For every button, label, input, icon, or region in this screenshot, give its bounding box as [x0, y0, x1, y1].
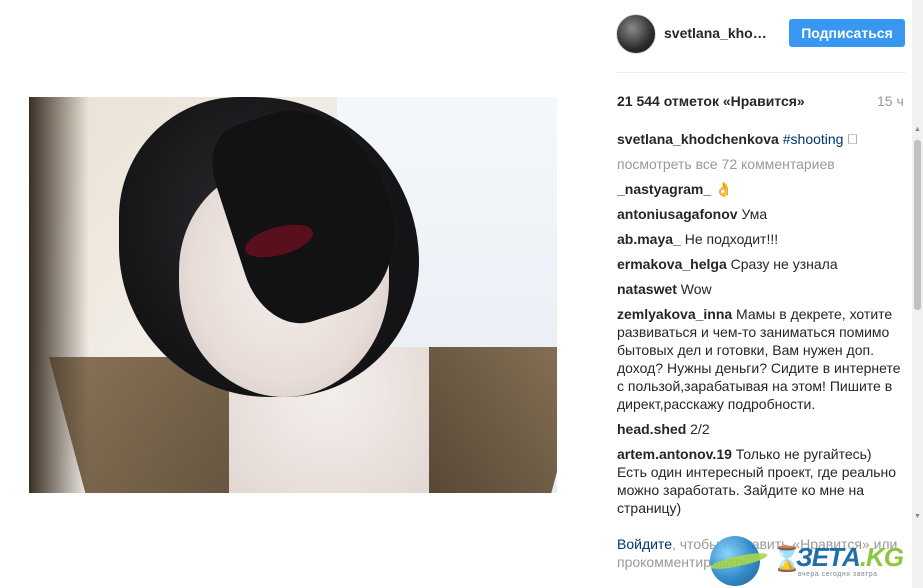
site-watermark: ⌛ ЗЕТА.KG вчера сегодня завтра — [700, 530, 923, 588]
comments-scrollbar[interactable]: ▲ ▼ — [912, 0, 923, 588]
comment-item: ab.maya_ Не подходит!!! — [617, 230, 904, 248]
scroll-down-icon[interactable]: ▼ — [913, 513, 922, 522]
comment-item: ermakova_helga Сразу не узнала — [617, 255, 904, 273]
caption-username[interactable]: svetlana_khodchenkova — [617, 131, 779, 147]
comment-text: 👌 — [711, 181, 733, 197]
scroll-thumb[interactable] — [914, 140, 921, 310]
scroll-up-icon[interactable]: ▲ — [913, 126, 922, 135]
comment-item: zemlyakova_inna Мамы в декрете, хотите р… — [617, 305, 904, 413]
caption: svetlana_khodchenkova #shooting 🗆 — [617, 130, 904, 148]
watermark-tld: .KG — [859, 542, 904, 572]
comment-username[interactable]: zemlyakova_inna — [617, 306, 732, 322]
comment-username[interactable]: ermakova_helga — [617, 256, 727, 272]
comment-item: head.shed 2/2 — [617, 420, 904, 438]
comment-text: 2/2 — [686, 421, 710, 437]
post-author-username[interactable]: svetlana_kho… — [664, 25, 767, 41]
comment-text: Сразу не узнала — [726, 256, 838, 272]
watermark-brand-name: ЗЕТА — [796, 542, 861, 572]
likes-count[interactable]: 21 544 отметок «Нравится» — [617, 93, 805, 109]
photo-shadow — [29, 97, 89, 493]
header-divider — [616, 72, 906, 73]
post-side-panel: svetlana_kho… Подписаться 21 544 отметок… — [600, 0, 912, 588]
globe-band — [709, 550, 769, 572]
comment-item: antoniusagafonov Ума — [617, 205, 904, 223]
caption-hashtag[interactable]: #shooting — [783, 131, 844, 147]
comment-text: Wow — [676, 281, 712, 297]
comments-list: svetlana_khodchenkova #shooting 🗆 посмот… — [617, 130, 904, 528]
view-all-comments-link[interactable]: посмотреть все 72 комментариев — [617, 155, 904, 173]
caption-text: 🗆 — [843, 131, 858, 147]
hourglass-icon: ⌛ — [772, 546, 802, 573]
comment-text: Ума — [737, 206, 768, 222]
comment-username[interactable]: _nastyagram_ — [617, 181, 711, 197]
globe-logo-icon — [709, 536, 769, 586]
comment-username[interactable]: ab.maya_ — [617, 231, 681, 247]
post-header: svetlana_kho… Подписаться — [616, 14, 906, 54]
avatar[interactable] — [616, 14, 656, 54]
comment-text: Не подходит!!! — [680, 231, 779, 247]
watermark-tagline: вчера сегодня завтра — [798, 571, 878, 578]
post-timestamp[interactable]: 15 ч — [877, 93, 904, 109]
watermark-brand: ЗЕТА.KG — [796, 542, 904, 573]
post-photo[interactable] — [29, 97, 557, 493]
comment-username[interactable]: antoniusagafonov — [617, 206, 738, 222]
comment-item: nataswet Wow — [617, 280, 904, 298]
comment-item: artem.antonov.19 Только не ругайтесь) Ес… — [617, 445, 904, 517]
login-link[interactable]: Войдите — [617, 536, 672, 552]
comment-username[interactable]: artem.antonov.19 — [617, 446, 732, 462]
comment-username[interactable]: head.shed — [617, 421, 686, 437]
comment-username[interactable]: nataswet — [617, 281, 677, 297]
follow-button[interactable]: Подписаться — [789, 19, 905, 47]
comment-item: _nastyagram_ 👌 — [617, 180, 904, 198]
